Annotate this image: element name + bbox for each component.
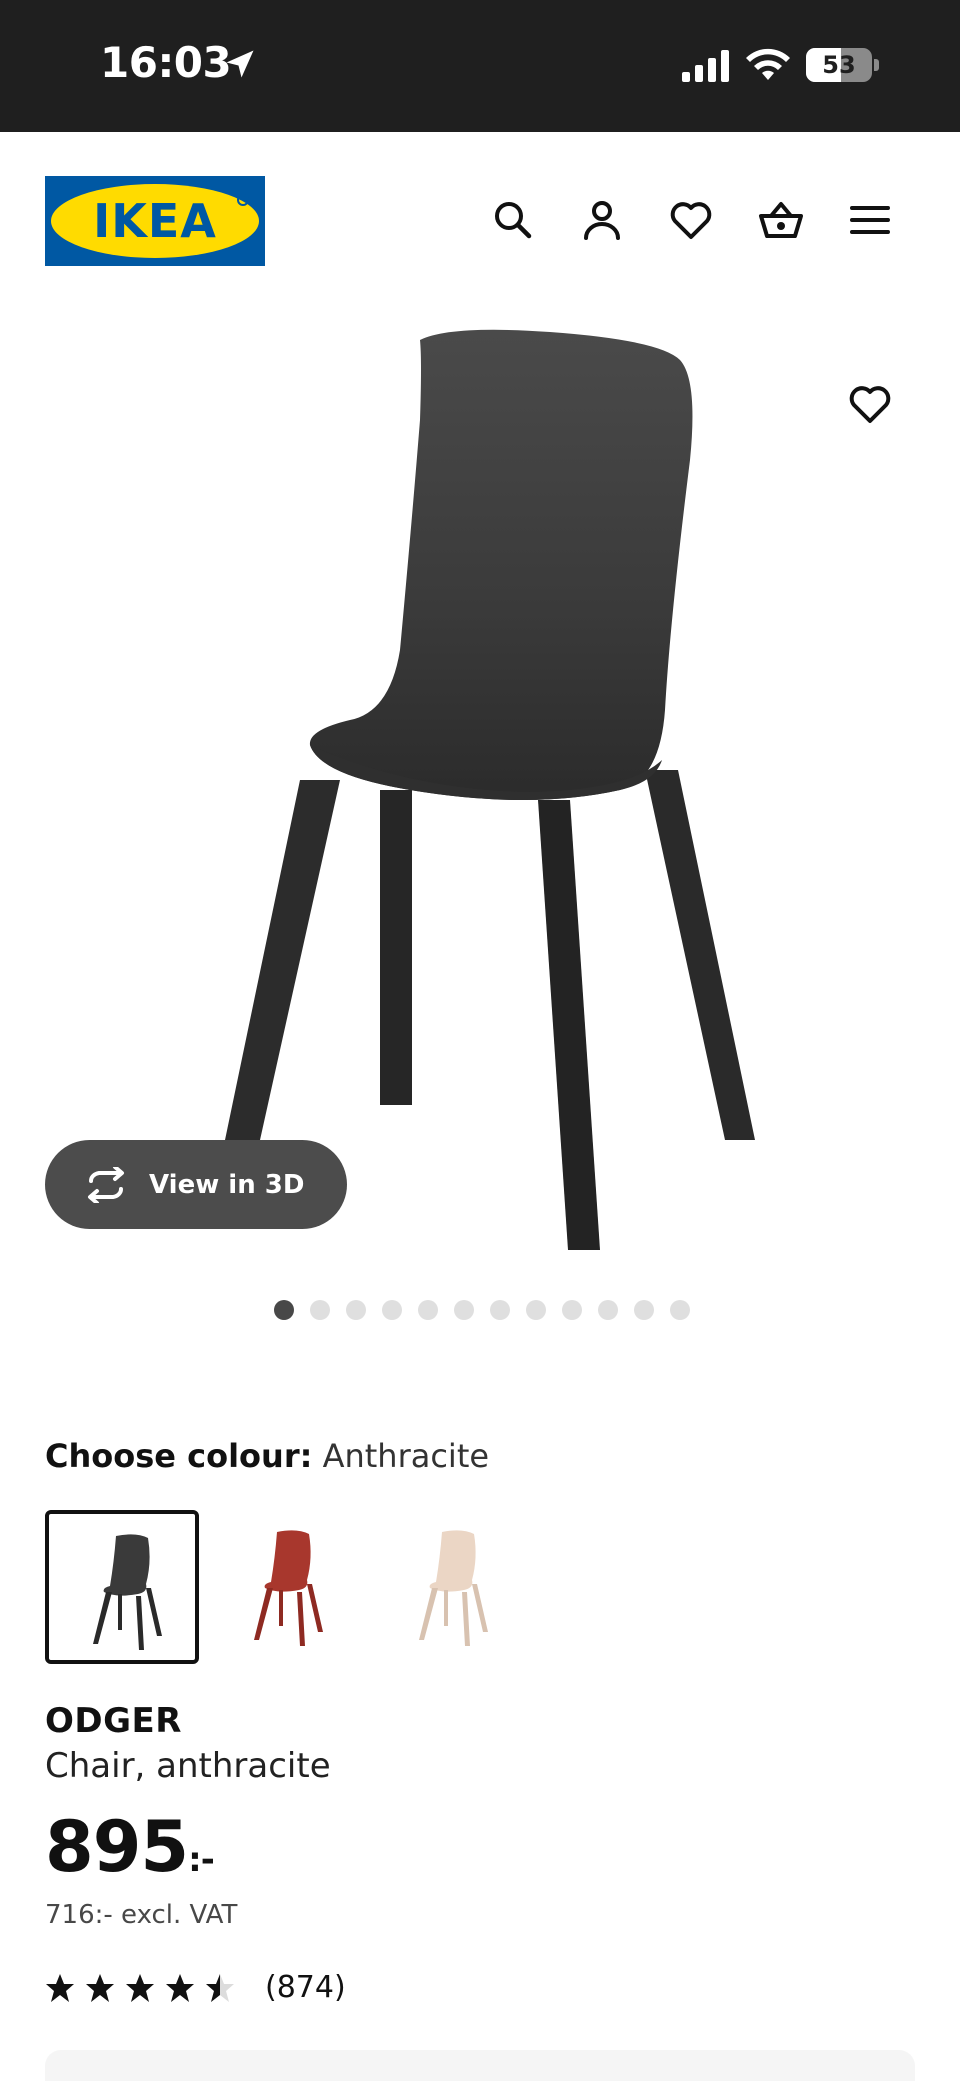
price-suffix: :- <box>188 1840 215 1880</box>
search-icon[interactable] <box>489 196 537 244</box>
gallery-pagination[interactable] <box>274 1300 690 1320</box>
star-icon <box>126 1973 154 2002</box>
menu-icon[interactable] <box>846 196 894 244</box>
colour-option-red-brown[interactable] <box>210 1510 364 1664</box>
gallery-dot[interactable] <box>274 1300 294 1320</box>
product-description: Chair, anthracite <box>45 1746 331 1786</box>
wishlist-icon[interactable] <box>667 196 715 244</box>
gallery-dot[interactable] <box>490 1300 510 1320</box>
add-to-wishlist-icon[interactable] <box>846 380 894 428</box>
gallery-dot[interactable] <box>526 1300 546 1320</box>
colour-option-white-beige[interactable] <box>375 1510 529 1664</box>
price-excl-vat: 716:- excl. VAT <box>45 1900 238 1930</box>
price-amount: 895 <box>45 1806 189 1888</box>
gallery-dot[interactable] <box>310 1300 330 1320</box>
battery-indicator: 53 <box>806 48 879 82</box>
ikea-logo[interactable]: IKEA <box>45 176 265 266</box>
rating-summary[interactable]: (874) <box>45 1970 346 2005</box>
view-in-3d-button[interactable]: View in 3D <box>45 1140 347 1229</box>
view-in-3d-label: View in 3D <box>149 1169 305 1200</box>
colour-selector-heading: Choose colour: Anthracite <box>45 1437 489 1475</box>
star-icon <box>206 1973 234 2002</box>
status-bar: 16:03 53 <box>0 0 960 132</box>
rotate-3d-icon <box>88 1166 124 1203</box>
battery-level: 53 <box>822 51 856 79</box>
cellular-signal-icon <box>682 50 729 82</box>
gallery-dot[interactable] <box>670 1300 690 1320</box>
selected-colour: Anthracite <box>322 1437 490 1475</box>
status-time: 16:03 <box>100 38 232 87</box>
location-arrow-icon <box>226 50 254 78</box>
gallery-dot[interactable] <box>382 1300 402 1320</box>
gallery-dot[interactable] <box>562 1300 582 1320</box>
gallery-dot[interactable] <box>346 1300 366 1320</box>
colour-option-anthracite[interactable] <box>45 1510 199 1664</box>
gallery-dot[interactable] <box>418 1300 438 1320</box>
rating-stars <box>45 1973 245 2003</box>
gallery-dot[interactable] <box>598 1300 618 1320</box>
star-icon <box>166 1973 194 2002</box>
chair-thumbnail <box>419 1530 488 1646</box>
logo-text: IKEA <box>93 194 217 248</box>
product-price: 895:- <box>45 1806 215 1888</box>
gallery-dot[interactable] <box>634 1300 654 1320</box>
basket-icon[interactable] <box>757 196 805 244</box>
profile-icon[interactable] <box>578 196 626 244</box>
gallery-dot[interactable] <box>454 1300 474 1320</box>
chair-thumbnail <box>254 1530 323 1646</box>
product-image[interactable] <box>150 320 790 1260</box>
colour-label: Choose colour: <box>45 1437 313 1475</box>
wifi-icon <box>746 48 790 80</box>
star-icon <box>86 1973 114 2002</box>
next-section-panel <box>45 2050 915 2081</box>
chair-thumbnail <box>93 1534 162 1650</box>
review-count[interactable]: (874) <box>265 1970 346 2005</box>
product-name: ODGER <box>45 1701 182 1741</box>
star-icon <box>46 1973 74 2002</box>
